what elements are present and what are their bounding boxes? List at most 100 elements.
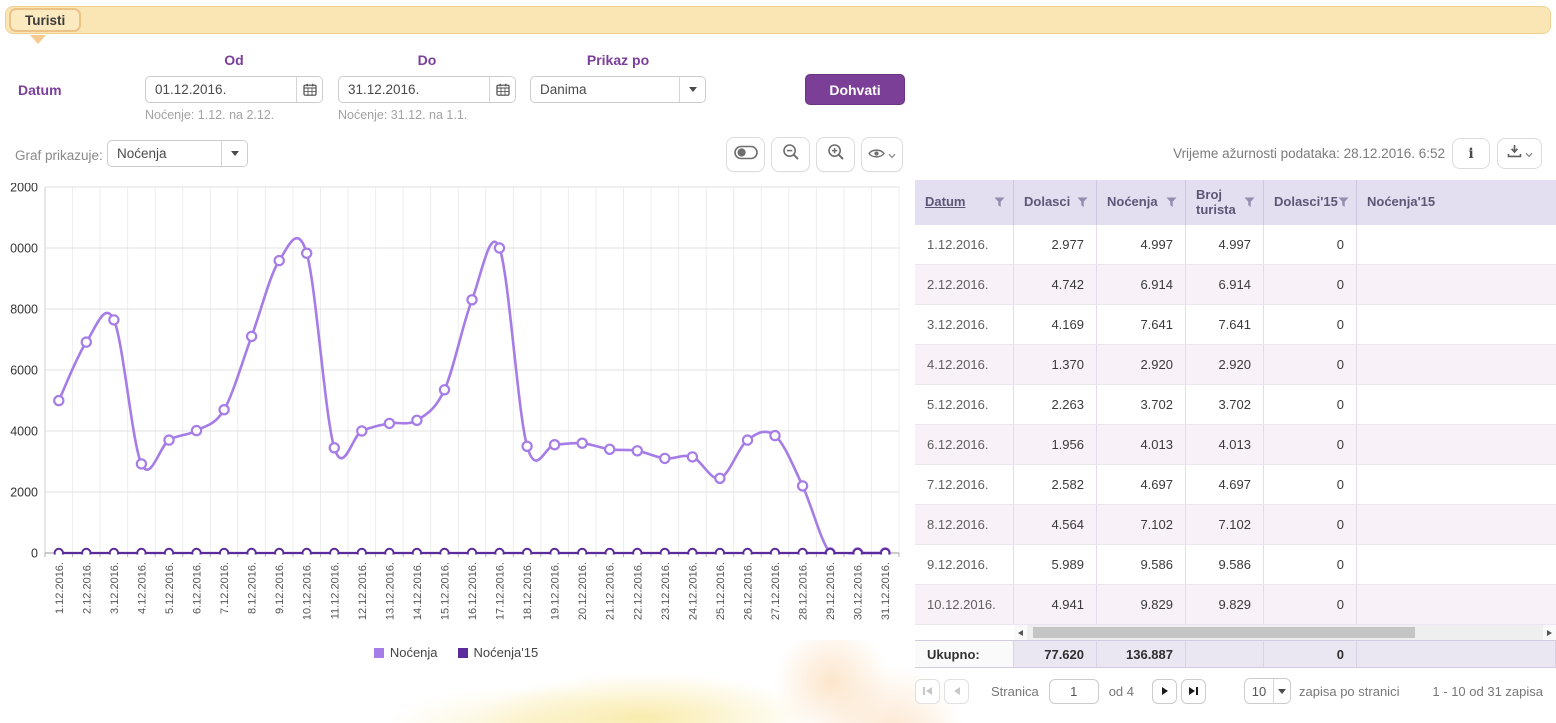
page-size-select[interactable]: 10 — [1244, 678, 1291, 704]
table-row[interactable]: 7.12.2016.2.5824.6974.6970 — [915, 465, 1556, 505]
x-axis-label: 1.12.2016. — [54, 562, 66, 614]
x-axis-label: 17.12.2016. — [495, 562, 507, 620]
chart-canvas[interactable]: 0200040006000800010000120001.12.2016.2.1… — [10, 183, 902, 648]
table-cell: 0 — [1264, 225, 1357, 264]
x-axis-label: 5.12.2016. — [164, 562, 176, 614]
next-page-button[interactable] — [1152, 679, 1177, 704]
table-row[interactable]: 6.12.2016.1.9564.0134.0130 — [915, 425, 1556, 465]
date-from-input[interactable] — [146, 77, 296, 102]
date-to-input[interactable] — [339, 77, 489, 102]
scrollbar-thumb[interactable] — [1033, 627, 1415, 638]
table-cell: 3.702 — [1097, 385, 1186, 424]
x-axis-label: 2.12.2016. — [81, 562, 93, 614]
eye-icon — [868, 146, 885, 164]
column-header-0[interactable]: Datum — [915, 180, 1014, 225]
table-cell: 3.702 — [1186, 385, 1264, 424]
dohvati-button[interactable]: Dohvati — [805, 74, 905, 105]
datum-label: Datum — [18, 82, 62, 98]
chart-svg[interactable]: 0200040006000800010000120001.12.2016.2.1… — [10, 183, 902, 643]
table-cell: 4.941 — [1014, 585, 1097, 624]
filter-icon[interactable] — [1244, 197, 1255, 208]
table-row[interactable]: 9.12.2016.5.9899.5869.5860 — [915, 545, 1556, 585]
tab-turisti[interactable]: Turisti — [9, 8, 81, 32]
column-header-label: Noćenja — [1107, 195, 1158, 210]
table-row[interactable]: 4.12.2016.1.3702.9202.9200 — [915, 345, 1556, 385]
x-axis-label: 9.12.2016. — [274, 562, 286, 614]
data-point-marker — [303, 549, 311, 557]
column-header-5[interactable]: Noćenja'15 — [1357, 180, 1556, 225]
data-point-marker — [467, 295, 476, 304]
table-cell: 6.12.2016. — [915, 425, 1014, 464]
line-chart[interactable]: 0200040006000800010000120001.12.2016.2.1… — [10, 183, 902, 663]
table-row[interactable]: 3.12.2016.4.1697.6417.6410 — [915, 305, 1556, 345]
x-axis-label: 7.12.2016. — [219, 562, 231, 614]
horizontal-scrollbar[interactable] — [1014, 625, 1556, 640]
y-axis-label: 6000 — [10, 364, 38, 378]
table-row[interactable]: 8.12.2016.4.5647.1027.1020 — [915, 505, 1556, 545]
chart-toggle-button[interactable] — [726, 137, 765, 172]
data-point-marker — [578, 439, 587, 448]
chart-visibility-button[interactable] — [861, 137, 903, 172]
chevron-down-icon — [1525, 145, 1533, 163]
column-header-3[interactable]: Broj turista — [1186, 180, 1264, 225]
graf-prikazuje-select[interactable]: Noćenja — [107, 140, 248, 167]
y-axis-label: 2000 — [10, 486, 38, 500]
chevron-down-icon — [221, 141, 247, 166]
data-point-marker — [330, 443, 339, 452]
first-page-button[interactable] — [915, 679, 940, 704]
data-point-marker — [633, 446, 642, 455]
data-point-marker — [302, 249, 311, 258]
scroll-right-arrow[interactable] — [1543, 625, 1556, 640]
prev-page-button[interactable] — [944, 679, 969, 704]
data-point-marker — [495, 549, 503, 557]
scrollbar-track[interactable] — [1027, 625, 1543, 640]
filter-icon[interactable] — [1166, 197, 1177, 208]
graf-prikazuje-value: Noćenja — [108, 141, 221, 166]
totals-cell: 77.620 — [1014, 641, 1097, 667]
data-point-marker — [798, 549, 806, 557]
data-point-marker — [358, 549, 366, 557]
table-cell: 0 — [1264, 505, 1357, 544]
filter-icon[interactable] — [994, 197, 1005, 208]
data-point-marker — [137, 459, 146, 468]
date-from-hint: Noćenje: 1.12. na 2.12. — [145, 108, 274, 122]
table-cell: 6.914 — [1097, 265, 1186, 304]
data-point-marker — [413, 549, 421, 557]
filter-icon[interactable] — [1077, 197, 1088, 208]
prikaz-po-select[interactable]: Danima — [530, 76, 706, 103]
data-point-marker — [220, 549, 228, 557]
x-axis-label: 8.12.2016. — [247, 562, 259, 614]
data-point-marker — [192, 426, 201, 435]
table-cell: 0 — [1264, 265, 1357, 304]
x-axis-label: 27.12.2016. — [770, 562, 782, 620]
download-button[interactable] — [1497, 138, 1542, 169]
scroll-left-arrow[interactable] — [1014, 625, 1027, 640]
column-header-1[interactable]: Dolasci — [1014, 180, 1097, 225]
info-button[interactable]: i — [1452, 138, 1490, 169]
column-header-2[interactable]: Noćenja — [1097, 180, 1186, 225]
data-point-marker — [550, 440, 559, 449]
x-axis-label: 15.12.2016. — [439, 562, 451, 620]
table-cell: 10.12.2016. — [915, 585, 1014, 624]
table-row[interactable]: 1.12.2016.2.9774.9974.9970 — [915, 225, 1556, 265]
table-cell: 9.829 — [1186, 585, 1264, 624]
calendar-icon[interactable] — [489, 77, 515, 102]
chart-zoom-in-button[interactable] — [816, 137, 855, 172]
data-point-marker — [192, 549, 200, 557]
table-cell — [1357, 545, 1556, 584]
data-point-marker — [550, 549, 558, 557]
table-row[interactable]: 10.12.2016.4.9419.8299.8290 — [915, 585, 1556, 625]
chart-zoom-out-button[interactable] — [771, 137, 810, 172]
table-cell: 5.989 — [1014, 545, 1097, 584]
page-number-input[interactable] — [1049, 679, 1099, 704]
calendar-icon[interactable] — [296, 77, 322, 102]
x-axis-label: 12.12.2016. — [357, 562, 369, 620]
stranica-label: Stranica — [991, 684, 1039, 699]
filter-icon[interactable] — [1338, 197, 1349, 208]
last-page-button[interactable] — [1181, 679, 1206, 704]
column-header-4[interactable]: Dolasci'15 — [1264, 180, 1357, 225]
x-axis-label: 22.12.2016. — [632, 562, 644, 620]
table-row[interactable]: 5.12.2016.2.2633.7023.7020 — [915, 385, 1556, 425]
table-row[interactable]: 2.12.2016.4.7426.9146.9140 — [915, 265, 1556, 305]
totals-cell — [1186, 641, 1264, 667]
